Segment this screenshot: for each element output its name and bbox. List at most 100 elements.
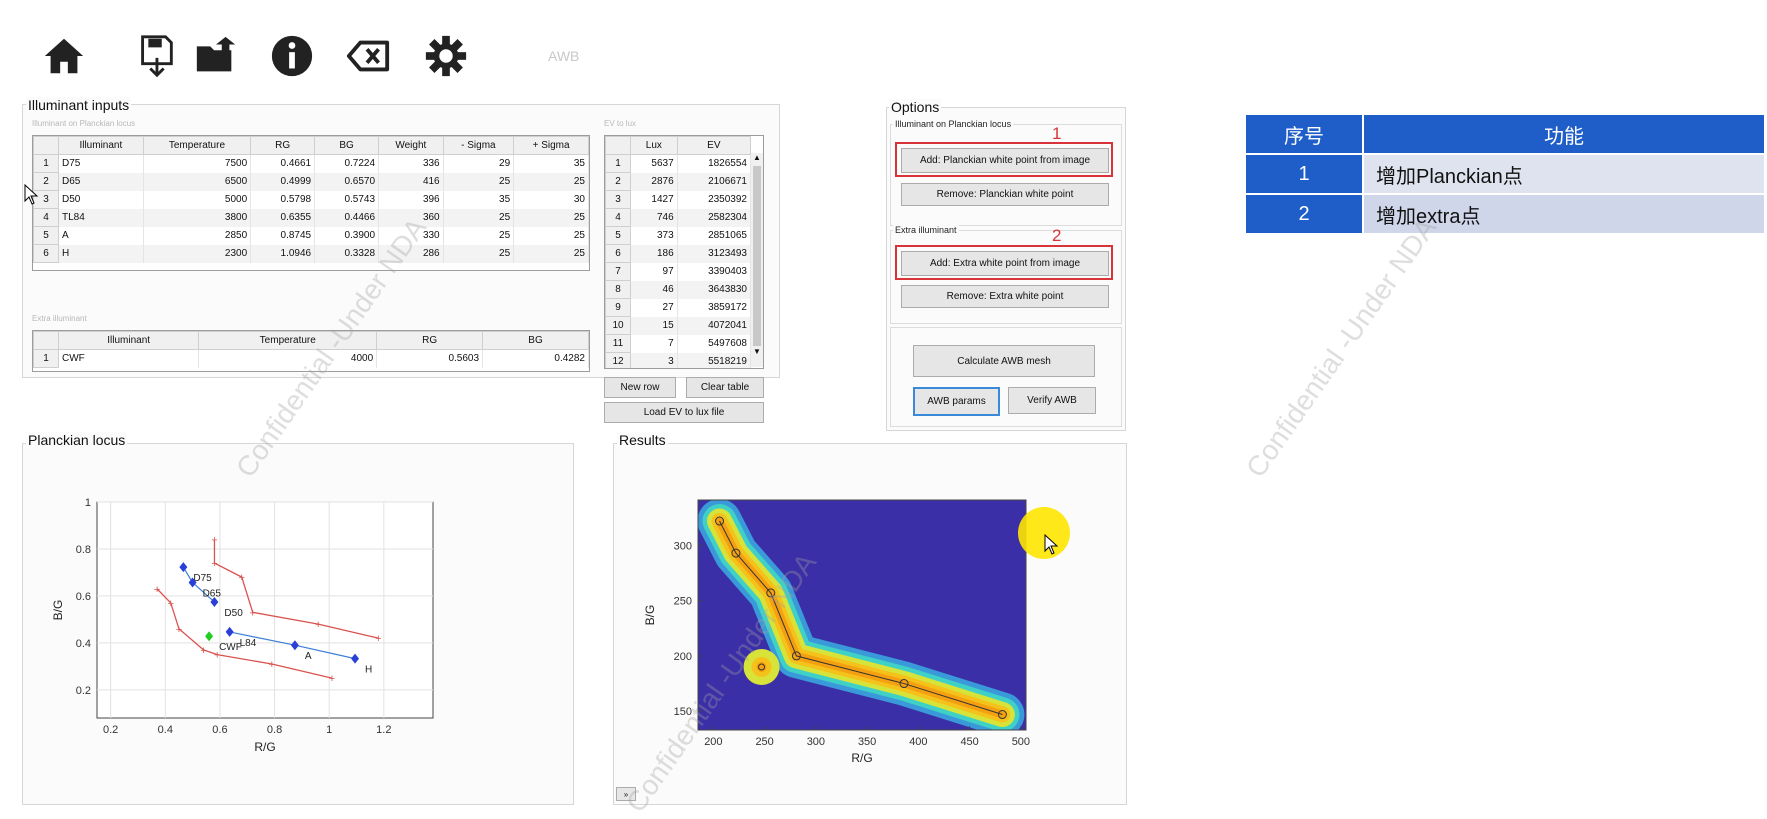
awb-tab-label[interactable]: AWB xyxy=(548,48,579,64)
table-cell[interactable]: TL84 xyxy=(58,208,144,227)
table-cell[interactable]: 35 xyxy=(513,154,589,173)
row-header[interactable]: 1 xyxy=(33,349,59,368)
table-cell[interactable]: H xyxy=(58,244,144,263)
table-cell[interactable]: 0.4661 xyxy=(250,154,316,173)
row-header[interactable]: 1 xyxy=(605,154,631,173)
table-cell[interactable]: 15 xyxy=(630,316,678,335)
table-cell[interactable]: 25 xyxy=(443,244,515,263)
row-header[interactable]: 1 xyxy=(33,154,59,173)
table-row[interactable]: 9 27 3859172 xyxy=(605,298,752,317)
table-cell[interactable]: 35 xyxy=(443,190,515,209)
table-cell[interactable]: 2300 xyxy=(143,244,252,263)
table-cell[interactable]: 0.5798 xyxy=(250,190,316,209)
info-button[interactable] xyxy=(266,30,318,82)
table-row[interactable]: 10 15 4072041 xyxy=(605,316,752,335)
results-heatmap[interactable]: 200 250 300 350 400 450 500 150 200 250 300 R/G B/G xyxy=(630,490,1060,800)
remove-extra-point-button[interactable]: Remove: Extra white point xyxy=(901,285,1109,308)
table-row[interactable]: 11 7 5497608 xyxy=(605,334,752,353)
table-cell[interactable]: 0.7224 xyxy=(314,154,380,173)
table-cell[interactable]: 25 xyxy=(513,208,589,227)
table-row[interactable]: 3 D50 5000 0.5798 0.5743 396 35 30 xyxy=(33,190,589,209)
table-cell[interactable]: 0.3900 xyxy=(314,226,380,245)
table-cell[interactable]: 25 xyxy=(513,172,589,191)
table-cell[interactable]: 25 xyxy=(443,208,515,227)
table-cell[interactable]: 373 xyxy=(630,226,678,245)
table-row[interactable]: 2 D65 6500 0.4999 0.6570 416 25 25 xyxy=(33,172,589,191)
table-row[interactable]: 7 97 3390403 xyxy=(605,262,752,281)
scroll-thumb[interactable] xyxy=(753,166,761,346)
table-cell[interactable]: 0.4282 xyxy=(482,349,589,368)
awb-params-button[interactable]: AWB params xyxy=(913,387,1000,416)
table-cell[interactable]: 416 xyxy=(378,172,444,191)
table-cell[interactable]: 0.6355 xyxy=(250,208,316,227)
table-cell[interactable]: 746 xyxy=(630,208,678,227)
scroll-up-icon[interactable]: ▲ xyxy=(751,153,763,165)
table-row[interactable]: 4 746 2582304 xyxy=(605,208,752,227)
row-header[interactable]: 4 xyxy=(33,208,59,227)
table-cell[interactable]: 330 xyxy=(378,226,444,245)
load-ev-file-button[interactable]: Load EV to lux file xyxy=(604,402,764,423)
clear-button[interactable] xyxy=(342,30,394,82)
table-cell[interactable]: 3800 xyxy=(143,208,252,227)
table-cell[interactable]: 0.4999 xyxy=(250,172,316,191)
row-header[interactable]: 6 xyxy=(605,244,631,263)
planckian-table[interactable]: Illuminant Temperature RG BG Weight - Sigma + … xyxy=(32,135,590,271)
row-header[interactable]: 3 xyxy=(605,190,631,209)
table-cell[interactable]: 0.6570 xyxy=(314,172,380,191)
table-cell[interactable]: 7 xyxy=(630,334,678,353)
table-cell[interactable]: D65 xyxy=(58,172,144,191)
table-cell[interactable]: 3859172 xyxy=(677,298,752,317)
table-cell[interactable]: CWF xyxy=(58,349,200,368)
scroll-down-icon[interactable]: ▼ xyxy=(751,347,763,359)
table-cell[interactable]: 25 xyxy=(513,226,589,245)
row-header[interactable]: 6 xyxy=(33,244,59,263)
table-row[interactable]: 12 3 5518219 xyxy=(605,352,752,368)
table-scrollbar[interactable]: ▲ ▼ xyxy=(751,153,763,367)
row-header[interactable]: 10 xyxy=(605,316,631,335)
table-cell[interactable]: 3123493 xyxy=(677,244,752,263)
open-button[interactable] xyxy=(190,30,242,82)
table-row[interactable]: 5 A 2850 0.8745 0.3900 330 25 25 xyxy=(33,226,589,245)
table-row[interactable]: 4 TL84 3800 0.6355 0.4466 360 25 25 xyxy=(33,208,589,227)
table-row[interactable]: 1 CWF 4000 0.5603 0.4282 xyxy=(33,349,589,368)
table-cell[interactable]: 2582304 xyxy=(677,208,752,227)
new-row-button[interactable]: New row xyxy=(604,377,676,398)
home-button[interactable] xyxy=(38,30,90,82)
table-cell[interactable]: 336 xyxy=(378,154,444,173)
verify-awb-button[interactable]: Verify AWB xyxy=(1008,387,1096,414)
table-cell[interactable]: 0.5603 xyxy=(376,349,484,368)
table-cell[interactable]: 2350392 xyxy=(677,190,752,209)
table-cell[interactable]: 2106671 xyxy=(677,172,752,191)
table-cell[interactable]: 30 xyxy=(513,190,589,209)
table-row[interactable]: 2 2876 2106671 xyxy=(605,172,752,191)
table-cell[interactable]: 1826554 xyxy=(677,154,752,173)
table-cell[interactable]: D50 xyxy=(58,190,144,209)
table-cell[interactable]: 25 xyxy=(443,226,515,245)
row-header[interactable]: 8 xyxy=(605,280,631,299)
table-cell[interactable]: 3643830 xyxy=(677,280,752,299)
table-cell[interactable]: 5518219 xyxy=(677,352,752,368)
row-header[interactable]: 2 xyxy=(605,172,631,191)
table-cell[interactable]: 0.8745 xyxy=(250,226,316,245)
row-header[interactable]: 9 xyxy=(605,298,631,317)
table-row[interactable]: 3 1427 2350392 xyxy=(605,190,752,209)
table-cell[interactable]: 396 xyxy=(378,190,444,209)
table-cell[interactable]: 27 xyxy=(630,298,678,317)
table-row[interactable]: 1 5637 1826554 xyxy=(605,154,752,173)
table-cell[interactable]: 4072041 xyxy=(677,316,752,335)
extra-table[interactable]: Illuminant Temperature RG BG 1 CWF 4000 0.5603… xyxy=(32,330,590,372)
table-cell[interactable]: 6500 xyxy=(143,172,252,191)
table-row[interactable]: 6 186 3123493 xyxy=(605,244,752,263)
table-cell[interactable]: 2851065 xyxy=(677,226,752,245)
table-cell[interactable]: 97 xyxy=(630,262,678,281)
table-cell[interactable]: 5000 xyxy=(143,190,252,209)
table-cell[interactable]: 360 xyxy=(378,208,444,227)
table-cell[interactable]: 1427 xyxy=(630,190,678,209)
row-header[interactable]: 5 xyxy=(33,226,59,245)
table-cell[interactable]: A xyxy=(58,226,144,245)
table-cell[interactable]: 0.4466 xyxy=(314,208,380,227)
table-cell[interactable]: 186 xyxy=(630,244,678,263)
table-row[interactable]: 8 46 3643830 xyxy=(605,280,752,299)
row-header[interactable]: 4 xyxy=(605,208,631,227)
table-cell[interactable]: 25 xyxy=(513,244,589,263)
